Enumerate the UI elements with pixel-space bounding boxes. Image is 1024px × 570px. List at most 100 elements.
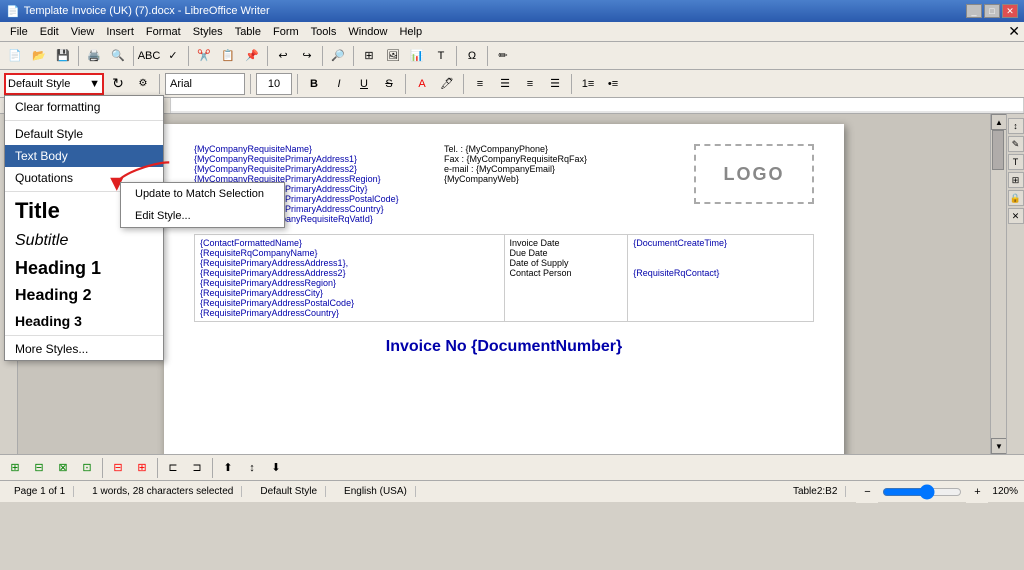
style-dropdown-label: Default Style (8, 78, 70, 90)
row-del-btn[interactable]: ⊟ (107, 457, 129, 479)
style-dropdown[interactable]: Default Style ▼ (4, 73, 104, 95)
panel-icon4[interactable]: ⊞ (1008, 172, 1024, 188)
format-sep4 (405, 74, 406, 94)
company-addr2-field: {MyCompanyRequisitePrimaryAddress2} (194, 164, 434, 174)
autocorrect-button[interactable]: ✓ (162, 45, 184, 67)
redo-button[interactable]: ↪ (296, 45, 318, 67)
insert-table-button[interactable]: ⊞ (358, 45, 380, 67)
table-btn2[interactable]: ⊟ (28, 457, 50, 479)
contact-info-block: Tel. : {MyCompanyPhone} Fax : {MyCompany… (444, 144, 684, 224)
menu-form[interactable]: Form (267, 24, 305, 40)
style-item-h2[interactable]: Heading 2 (5, 283, 163, 309)
cut-button[interactable]: ✂️ (193, 45, 215, 67)
open-button[interactable]: 📂 (28, 45, 50, 67)
style-item-subtitle[interactable]: Subtitle (5, 228, 163, 254)
country: {RequisitePrimaryAddressCountry} (200, 308, 499, 318)
bold-button[interactable]: B (303, 73, 325, 95)
style-item-h3[interactable]: Heading 3 (5, 309, 163, 333)
panel-icon2[interactable]: ✎ (1008, 136, 1024, 152)
table-btn4[interactable]: ⊡ (76, 457, 98, 479)
undo-button[interactable]: ↩ (272, 45, 294, 67)
zoom-bar: − + 120% (856, 481, 1018, 503)
table-btn1[interactable]: ⊞ (4, 457, 26, 479)
find-button[interactable]: 🔎 (327, 45, 349, 67)
manage-styles-icon[interactable]: ⚙ (132, 73, 154, 95)
numbering-button[interactable]: 1≡ (577, 73, 599, 95)
scroll-up-arrow[interactable]: ▲ (991, 114, 1007, 130)
scroll-down-arrow[interactable]: ▼ (991, 438, 1007, 454)
align-mid-btn[interactable]: ↕ (241, 457, 263, 479)
panel-icon5[interactable]: 🔒 (1008, 190, 1024, 206)
row-add-btn[interactable]: ⊞ (131, 457, 153, 479)
menu-bar: File Edit View Insert Format Styles Tabl… (0, 22, 1024, 42)
zoom-in-btn[interactable]: + (966, 481, 988, 503)
update-style-menu-item[interactable]: Update to Match Selection (121, 183, 284, 205)
font-name-input[interactable] (165, 73, 245, 95)
style-name: Default Style (252, 486, 326, 497)
style-item-h1[interactable]: Heading 1 (5, 254, 163, 283)
spellcheck-button[interactable]: ABC (138, 45, 160, 67)
zoom-out-btn[interactable]: − (856, 481, 878, 503)
table-btn3[interactable]: ⊠ (52, 457, 74, 479)
bullets-button[interactable]: •≡ (602, 73, 624, 95)
align-top-btn[interactable]: ⬆ (217, 457, 239, 479)
address1: {RequisitePrimaryAddressAddress1}, (200, 258, 499, 268)
align-bot-btn[interactable]: ⬇ (265, 457, 287, 479)
format-sep6 (571, 74, 572, 94)
menu-insert[interactable]: Insert (100, 24, 140, 40)
menu-table[interactable]: Table (229, 24, 267, 40)
align-right-button[interactable]: ≡ (519, 73, 541, 95)
scroll-thumb[interactable] (992, 130, 1004, 170)
menu-help[interactable]: Help (393, 24, 428, 40)
style-item-default[interactable]: Default Style (5, 123, 163, 145)
strikethrough-button[interactable]: S (378, 73, 400, 95)
region: {RequisitePrimaryAddressRegion} (200, 278, 499, 288)
invoice-title: Invoice No {DocumentNumber} (194, 338, 814, 356)
invoice-title-text: Invoice No {DocumentNumber} (386, 338, 622, 355)
update-style-icon[interactable]: ↻ (107, 73, 129, 95)
save-button[interactable]: 💾 (52, 45, 74, 67)
menu-close-icon[interactable]: ✕ (1008, 23, 1020, 40)
menu-view[interactable]: View (65, 24, 101, 40)
split-btn[interactable]: ⊏ (162, 457, 184, 479)
font-color-button[interactable]: A (411, 73, 433, 95)
underline-button[interactable]: U (353, 73, 375, 95)
menu-edit[interactable]: Edit (34, 24, 65, 40)
insert-image-button[interactable]: 🖼 (382, 45, 404, 67)
print-button[interactable]: 🖨️ (83, 45, 105, 67)
drawing-button[interactable]: ✏ (492, 45, 514, 67)
fax-field: Fax : {MyCompanyRequisiteRqFax} (444, 154, 684, 164)
close-button[interactable]: ✕ (1002, 4, 1018, 18)
menu-file[interactable]: File (4, 24, 34, 40)
insert-chart-button[interactable]: 📊 (406, 45, 428, 67)
panel-icon6[interactable]: ✕ (1008, 208, 1024, 224)
preview-button[interactable]: 🔍 (107, 45, 129, 67)
menu-format[interactable]: Format (140, 24, 187, 40)
panel-icon1[interactable]: ↕ (1008, 118, 1024, 134)
insert-special-button[interactable]: Ω (461, 45, 483, 67)
italic-button[interactable]: I (328, 73, 350, 95)
zoom-slider[interactable] (882, 484, 962, 500)
menu-window[interactable]: Window (342, 24, 393, 40)
font-size-input[interactable] (256, 73, 292, 95)
merge-btn[interactable]: ⊐ (186, 457, 208, 479)
align-left-button[interactable]: ≡ (469, 73, 491, 95)
align-justify-button[interactable]: ☰ (544, 73, 566, 95)
align-center-button[interactable]: ☰ (494, 73, 516, 95)
style-item-clear[interactable]: Clear formatting (5, 96, 163, 118)
panel-icon3[interactable]: T (1008, 154, 1024, 170)
copy-button[interactable]: 📋 (217, 45, 239, 67)
minimize-button[interactable]: _ (966, 4, 982, 18)
menu-tools[interactable]: Tools (305, 24, 343, 40)
style-item-more[interactable]: More Styles... (5, 338, 163, 360)
scroll-track[interactable] (991, 130, 1006, 438)
maximize-button[interactable]: □ (984, 4, 1000, 18)
invoice-labels-cell: Invoice Date Due Date Date of Supply Con… (504, 235, 628, 322)
new-button[interactable]: 📄 (4, 45, 26, 67)
menu-styles[interactable]: Styles (187, 24, 229, 40)
insert-textbox-button[interactable]: T (430, 45, 452, 67)
paste-button[interactable]: 📌 (241, 45, 263, 67)
highlight-button[interactable]: 🖊 (436, 73, 458, 95)
edit-style-menu-item[interactable]: Edit Style... (121, 205, 284, 227)
style-item-textbody[interactable]: Text Body (5, 145, 163, 167)
